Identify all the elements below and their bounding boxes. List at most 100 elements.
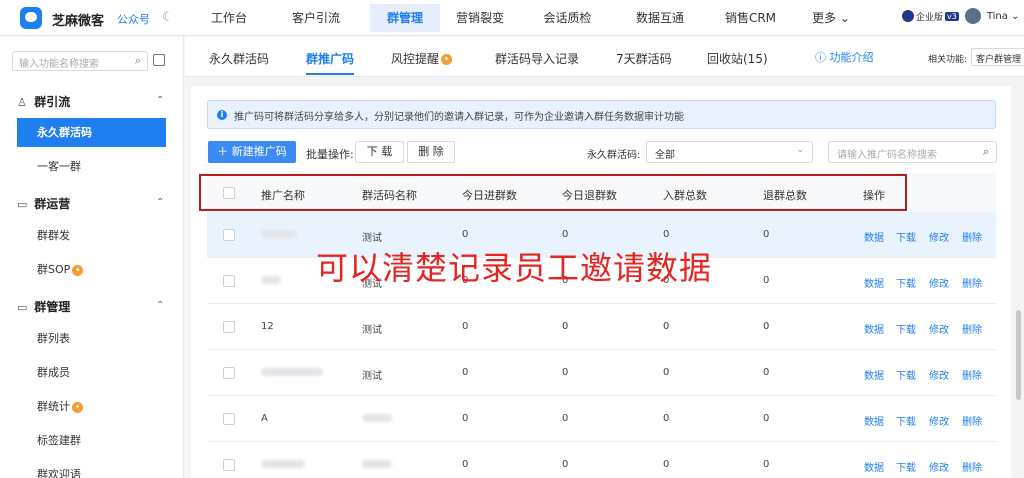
row-in-total: 0 [663,229,670,240]
account-switch-link[interactable]: 公众号 [117,11,150,27]
row-out-today: 0 [562,367,569,378]
sidebar-search-input[interactable]: 输入功能名称搜索 ⌕ [12,51,148,71]
download-link[interactable]: 下载 [896,229,916,244]
row-out-today: 0 [562,413,569,424]
promo-search-input[interactable]: 请输入推广码名称搜索 ⌕ [828,141,997,163]
sidebar: 输入功能名称搜索 ⌕ ♙ 群引流 ⌃ 永久群活码 一客一群 ▭ 群运营 ⌃ 群群… [0,37,184,478]
delete-link[interactable]: 删除 [962,275,982,290]
topnav-item-active[interactable]: 群管理 [370,4,440,32]
download-link[interactable]: 下载 [896,459,916,474]
delete-link[interactable]: 删除 [962,367,982,382]
topnav-item-more[interactable]: 更多 ⌄ [796,4,866,32]
info-icon: i [217,110,227,120]
row-checkbox[interactable] [223,321,235,333]
table-row[interactable]: 0 0 0 0 数据 下载 修改 删除 [207,442,996,478]
chevron-up-icon[interactable]: ⌃ [156,95,164,106]
sidebar-item-group-stats[interactable]: 群统计 ✦ [17,392,166,421]
row-in-total: 0 [663,459,670,470]
topnav-item[interactable]: 销售CRM [705,4,796,32]
data-link[interactable]: 数据 [864,367,884,382]
download-link[interactable]: 下载 [896,367,916,382]
download-link[interactable]: 下载 [896,413,916,428]
v2-badge-icon: ✦ [72,264,84,276]
row-out-total: 0 [763,229,770,240]
data-link[interactable]: 数据 [864,275,884,290]
edit-link[interactable]: 修改 [929,459,949,474]
delete-link[interactable]: 删除 [962,459,982,474]
edition-icon [902,10,914,22]
data-link[interactable]: 数据 [864,459,884,474]
row-checkbox[interactable] [223,367,235,379]
edit-link[interactable]: 修改 [929,229,949,244]
user-menu[interactable]: Tina ⌄ [987,11,1020,22]
function-intro-link[interactable]: ⓘ 功能介绍 [815,49,874,65]
sidebar-layout-icon[interactable] [153,54,165,66]
edit-link[interactable]: 修改 [929,413,949,428]
row-in-today: 0 [462,367,469,378]
data-link[interactable]: 数据 [864,229,884,244]
topnav-item[interactable]: 客户引流 [262,4,370,32]
redacted-text [261,460,305,468]
download-link[interactable]: 下载 [896,275,916,290]
table-row[interactable]: 测试 0 0 0 0 数据 下载 修改 删除 [207,350,996,396]
chat-icon: ▭ [17,198,28,211]
new-promo-code-button[interactable]: ＋ 新建推广码 [208,141,296,163]
table-row[interactable]: 12 测试 0 0 0 0 数据 下载 修改 删除 [207,304,996,350]
chevron-up-icon[interactable]: ⌃ [156,197,164,208]
tab-7day-qr[interactable]: 7天群活码 [616,50,672,67]
row-out-today: 0 [562,229,569,240]
sidebar-group-title[interactable]: ♙ 群引流 [17,93,70,110]
edit-link[interactable]: 修改 [929,275,949,290]
row-checkbox[interactable] [223,229,235,241]
delete-link[interactable]: 删除 [962,321,982,336]
batch-delete-button[interactable]: 删 除 [407,141,455,163]
sidebar-item-group-welcome[interactable]: 群欢迎语 [17,460,166,478]
promo-search-placeholder: 请输入推广码名称搜索 [837,150,937,161]
tab-import-records[interactable]: 群活码导入记录 [495,50,579,67]
delete-link[interactable]: 删除 [962,229,982,244]
table-row[interactable]: A 0 0 0 0 数据 下载 修改 删除 [207,396,996,442]
sidebar-item-one-customer-one-group[interactable]: 一客一群 [17,152,166,181]
search-icon: ⌕ [134,54,141,67]
delete-link[interactable]: 删除 [962,413,982,428]
sidebar-item-permanent-qr[interactable]: 永久群活码 [17,118,166,147]
sidebar-item-group-list[interactable]: 群列表 [17,324,166,353]
tab-promo-code[interactable]: 群推广码 [306,50,355,75]
tab-recycle-bin[interactable]: 回收站(15) [707,50,768,67]
app-logo[interactable] [20,7,42,29]
theme-toggle-icon[interactable]: ☾ [162,10,174,25]
sidebar-item-label: 群SOP [37,263,71,276]
batch-download-button[interactable]: 下 载 [355,141,404,163]
related-functions-select[interactable]: 客户群管理 [971,48,1024,66]
user-area: 企业版 v3 Tina ⌄ [902,8,1019,24]
qr-filter-select[interactable]: 全部 ⌄ [646,141,813,163]
edit-link[interactable]: 修改 [929,367,949,382]
data-link[interactable]: 数据 [864,321,884,336]
sidebar-group-title[interactable]: ▭ 群运营 [17,195,70,212]
sidebar-item-group-members[interactable]: 群成员 [17,358,166,387]
scrollbar-thumb[interactable] [1016,310,1021,400]
page-scrollbar[interactable] [1013,86,1024,478]
redacted-text [261,276,281,284]
row-in-total: 0 [663,321,670,332]
sidebar-item-tag-group[interactable]: 标签建群 [17,426,166,455]
sidebar-item-group-broadcast[interactable]: 群群发 [17,221,166,250]
sidebar-search-placeholder: 输入功能名称搜索 [19,59,99,70]
tab-permanent-qr[interactable]: 永久群活码 [209,50,269,67]
row-checkbox[interactable] [223,275,235,287]
chevron-up-icon[interactable]: ⌃ [156,300,164,311]
sidebar-group-label: 群运营 [34,197,71,211]
topnav-item[interactable]: 会话质检 [520,4,615,32]
edit-link[interactable]: 修改 [929,321,949,336]
topnav-item[interactable]: 数据互通 [615,4,705,32]
sidebar-group-title[interactable]: ▭ 群管理 [17,298,70,315]
avatar[interactable] [964,8,981,24]
row-checkbox[interactable] [223,413,235,425]
data-link[interactable]: 数据 [864,413,884,428]
topnav-item[interactable]: 营销裂变 [440,4,520,32]
download-link[interactable]: 下载 [896,321,916,336]
sidebar-item-group-sop[interactable]: 群SOP ✦ [17,255,166,284]
tab-risk-alert[interactable]: 风控提醒 ✦ [391,50,453,67]
row-checkbox[interactable] [223,459,235,471]
topnav-item[interactable]: 工作台 [196,4,262,32]
